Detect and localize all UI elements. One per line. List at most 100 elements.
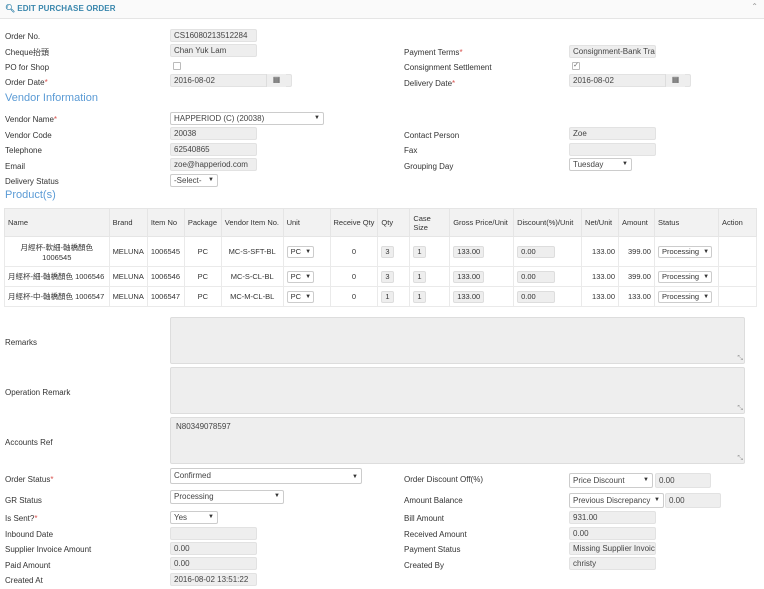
- chevron-down-icon: ▼: [643, 477, 649, 483]
- case-size-input[interactable]: 1: [413, 290, 426, 303]
- resize-handle-icon[interactable]: ⤡: [737, 355, 743, 363]
- consignment-settlement-label: Consignment Settlement: [404, 63, 492, 72]
- discount-input[interactable]: 0.00: [517, 270, 556, 283]
- qty-input[interactable]: 3: [381, 245, 394, 258]
- grouping-day-select[interactable]: Tuesday ▼: [569, 158, 632, 171]
- gr-status-select[interactable]: Processing ▼: [170, 490, 284, 504]
- qty-input[interactable]: 1: [381, 290, 394, 303]
- product-amount: 133.00: [618, 286, 655, 307]
- unit-select[interactable]: PC ▼: [286, 290, 315, 303]
- order-status-label: Order Status*: [5, 475, 54, 484]
- operation-remark-textarea[interactable]: ⤡: [170, 367, 745, 414]
- column-header: Name: [4, 208, 110, 237]
- discount-input[interactable]: 0.00: [517, 290, 556, 303]
- product-name: 月經杯-中-軸橋顏色 1006547: [4, 286, 110, 307]
- case-size-input[interactable]: 1: [413, 245, 426, 258]
- product-item-no: 1006545: [146, 236, 185, 267]
- unit-cell: PC ▼: [282, 266, 331, 287]
- product-receive-qty: 0: [329, 236, 379, 267]
- chevron-down-icon: ▼: [314, 115, 320, 121]
- product-amount: 399.00: [618, 236, 655, 267]
- vendor-section-title: Vendor Information: [5, 92, 98, 104]
- contact-person-label: Contact Person: [404, 131, 460, 140]
- unit-select[interactable]: PC ▼: [286, 270, 315, 283]
- column-header: Receive Qty: [329, 208, 379, 237]
- resize-handle-icon[interactable]: ⤡: [737, 405, 743, 413]
- product-brand: MELUNA: [108, 236, 148, 267]
- qty-input[interactable]: 3: [381, 270, 394, 283]
- gross-price-input[interactable]: 133.00: [453, 290, 485, 303]
- cheque-field[interactable]: Chan Yuk Lam: [170, 44, 257, 57]
- chevron-down-icon: ▼: [703, 248, 710, 255]
- chevron-down-icon: ▼: [622, 161, 628, 167]
- unit-select[interactable]: PC ▼: [286, 245, 315, 258]
- column-header: Qty: [377, 208, 411, 237]
- is-sent-select[interactable]: Yes ▼: [170, 511, 218, 524]
- fax-label: Fax: [404, 146, 418, 155]
- case-size-cell: 1: [409, 266, 451, 287]
- products-table: Name Brand Item No Package Vendor Item N…: [4, 208, 758, 307]
- payment-status-field: Missing Supplier Invoice: [569, 542, 656, 555]
- column-header: Case Size: [409, 208, 451, 237]
- payment-terms-label: Payment Terms*: [404, 48, 463, 57]
- order-discount-input[interactable]: 0.00: [655, 473, 711, 488]
- product-package: PC: [183, 236, 222, 267]
- resize-handle-icon[interactable]: ⤡: [737, 455, 743, 463]
- chevron-up-icon[interactable]: ⌃: [751, 2, 758, 11]
- created-by-label: Created By: [404, 561, 445, 570]
- unit-cell: PC ▼: [282, 286, 331, 307]
- operation-remark-label: Operation Remark: [5, 388, 71, 397]
- email-label: Email: [5, 162, 26, 171]
- gross-price-cell: 133.00: [449, 236, 515, 267]
- created-by-field: christy: [569, 557, 656, 570]
- chevron-down-icon: ▼: [654, 497, 660, 503]
- column-header: Action: [717, 208, 758, 237]
- po-for-shop-checkbox[interactable]: [173, 62, 181, 70]
- supplier-invoice-amount-label: Supplier Invoice Amount: [5, 545, 92, 554]
- product-receive-qty: 0: [329, 286, 379, 307]
- gross-price-input[interactable]: 133.00: [453, 245, 485, 258]
- telephone-field: 62540865: [170, 143, 257, 156]
- consignment-settlement-checkbox[interactable]: ✓: [572, 62, 580, 70]
- gross-price-input[interactable]: 133.00: [453, 270, 485, 283]
- vendor-name-select[interactable]: HAPPERIOD (C) (20038) ▼: [170, 112, 324, 125]
- status-select[interactable]: Processing ▼: [657, 290, 713, 303]
- products-section-title: Product(s): [5, 189, 56, 201]
- bill-amount-label: Bill Amount: [404, 514, 445, 523]
- action-cell: [717, 236, 758, 267]
- amount-balance-label: Amount Balance: [404, 496, 463, 505]
- calendar-icon[interactable]: ▦: [665, 74, 685, 87]
- discount-input[interactable]: 0.00: [517, 245, 556, 258]
- contact-person-field: Zoe: [569, 127, 656, 140]
- amount-balance-type-select[interactable]: Previous Discrepancy ▼: [569, 493, 664, 508]
- grouping-day-label: Grouping Day: [404, 162, 454, 171]
- delivery-status-select[interactable]: -Select- ▼: [170, 174, 218, 187]
- case-size-cell: 1: [409, 236, 451, 267]
- product-amount: 399.00: [618, 266, 655, 287]
- order-status-select[interactable]: Confirmed ▼: [170, 468, 362, 484]
- amount-balance-input[interactable]: 0.00: [665, 493, 721, 508]
- vendor-code-field: 20038: [170, 127, 257, 140]
- product-net: 133.00: [581, 286, 619, 307]
- case-size-cell: 1: [409, 286, 451, 307]
- column-header: Gross Price/Unit: [449, 208, 515, 237]
- order-discount-type-select[interactable]: Price Discount ▼: [569, 473, 653, 488]
- chevron-down-icon: ▼: [305, 273, 312, 280]
- table-header-row: Name Brand Item No Package Vendor Item N…: [4, 208, 758, 237]
- column-header: Net/Unit: [581, 208, 619, 237]
- chevron-down-icon: ▼: [208, 177, 214, 183]
- discount-cell: 0.00: [513, 266, 583, 287]
- remarks-textarea[interactable]: ⤡: [170, 317, 745, 364]
- status-select[interactable]: Processing ▼: [657, 245, 713, 258]
- calendar-icon[interactable]: ▦: [266, 74, 286, 87]
- column-header: Item No: [146, 208, 185, 237]
- status-select[interactable]: Processing ▼: [657, 270, 713, 283]
- column-header: Brand: [108, 208, 148, 237]
- bill-amount-field: 931.00: [569, 511, 656, 524]
- action-cell: [717, 266, 758, 287]
- product-item-no: 1006546: [146, 266, 185, 287]
- product-name: 月經杯-細-軸橋顏色 1006546: [4, 266, 110, 287]
- case-size-input[interactable]: 1: [413, 270, 426, 283]
- vendor-name-label: Vendor Name*: [5, 115, 58, 124]
- accounts-ref-textarea[interactable]: N80349078597 ⤡: [170, 417, 745, 464]
